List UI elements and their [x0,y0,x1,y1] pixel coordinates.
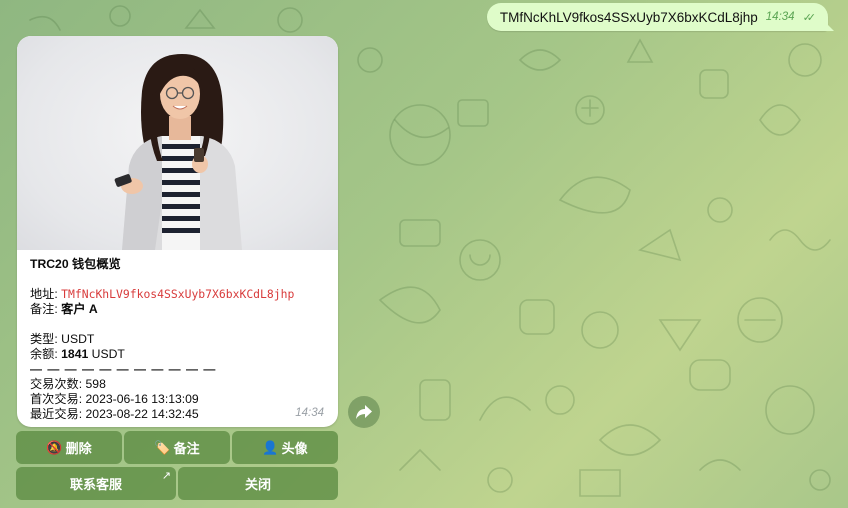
forward-button[interactable] [348,396,380,428]
note-row: 备注: 客户 A [30,302,325,317]
last-tx-value: 2023-08-22 14:32:45 [85,407,199,421]
last-tx-label: 最近交易: [30,407,86,421]
note-value: 客户 A [61,302,98,316]
divider: — — — — — — — — — — — [30,362,217,376]
type-row: 类型: USDT [30,332,325,347]
balance-unit: USDT [88,347,125,361]
double-check-icon: ✓✓ [802,11,817,24]
address-value[interactable]: TMfNcKhLV9fkos4SSxUyb7X6bxKCdL8jhp [61,287,294,301]
contact-support-button[interactable]: 联系客服 ↗ [16,467,176,500]
avatar-button[interactable]: 👤 头像 [232,431,338,464]
type-value: USDT [61,332,95,346]
type-label: 类型: [30,332,62,346]
external-link-arrow-icon: ↗ [161,470,171,482]
user-silhouette-icon: 👤 [262,439,279,455]
tx-count-value: 598 [85,377,106,391]
avatar-button-label: 头像 [281,441,308,456]
card-title: TRC20 钱包概览 [30,257,121,271]
address-label: 地址: [30,287,62,301]
incoming-message-time: 14:34 [295,407,324,419]
first-tx-value: 2023-06-16 13:13:09 [85,392,199,406]
mute-bell-icon: 🔕 [46,439,63,455]
outgoing-message-time: 14:34 [765,11,795,23]
forward-arrow-icon [356,405,372,419]
last-tx-row: 最近交易: 2023-08-22 14:32:45 [30,407,325,422]
outgoing-message-text: TMfNcKhLV9fkos4SSxUyb7X6bxKCdL8jhp [499,9,758,25]
balance-label: 余额: [30,347,62,361]
delete-button-label: 删除 [65,441,92,456]
balance-value: 1841 [61,347,89,361]
close-button[interactable]: 关闭 [178,467,338,500]
wallet-overview-text: TRC20 钱包概览 地址: TMfNcKhLV9fkos4SSxUyb7X6b… [17,250,338,422]
tx-count-row: 交易次数: 598 [30,377,325,392]
businesswoman-photo [17,36,338,250]
note-label: 备注: [30,302,62,316]
first-tx-row: 首次交易: 2023-06-16 13:13:09 [30,392,325,407]
tx-count-label: 交易次数: [30,377,86,391]
tag-icon: 🏷️ [154,439,171,455]
wallet-overview-card[interactable]: TRC20 钱包概览 地址: TMfNcKhLV9fkos4SSxUyb7X6b… [17,36,338,427]
note-button[interactable]: 🏷️ 备注 [124,431,230,464]
delete-button[interactable]: 🔕 删除 [16,431,122,464]
balance-row: 余额: 1841 USDT [30,347,325,362]
note-button-label: 备注 [173,441,200,456]
close-button-label: 关闭 [244,477,271,492]
address-row: 地址: TMfNcKhLV9fkos4SSxUyb7X6bxKCdL8jhp [30,287,325,302]
contact-support-label: 联系客服 [69,477,122,492]
outgoing-message-bubble[interactable]: TMfNcKhLV9fkos4SSxUyb7X6bxKCdL8jhp 14:34… [486,3,828,31]
first-tx-label: 首次交易: [30,392,86,406]
